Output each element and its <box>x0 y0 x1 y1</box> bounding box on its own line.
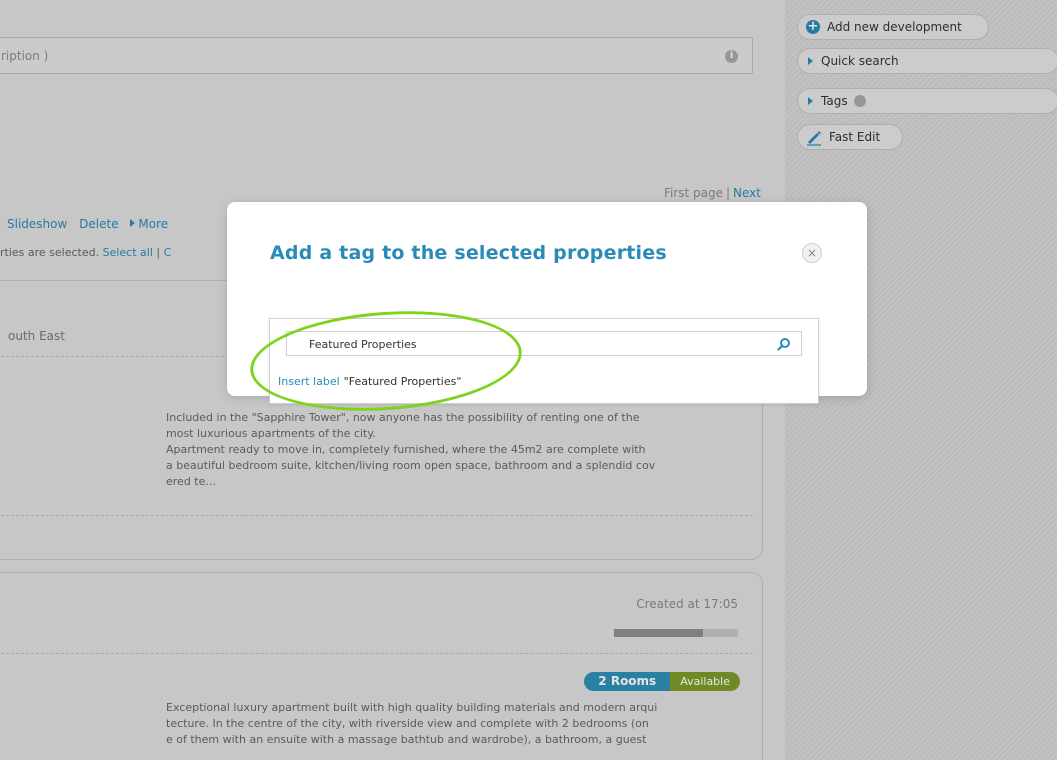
dialog-title: Add a tag to the selected properties <box>270 242 667 264</box>
close-icon[interactable]: × <box>802 243 822 263</box>
search-icon[interactable] <box>777 337 791 351</box>
